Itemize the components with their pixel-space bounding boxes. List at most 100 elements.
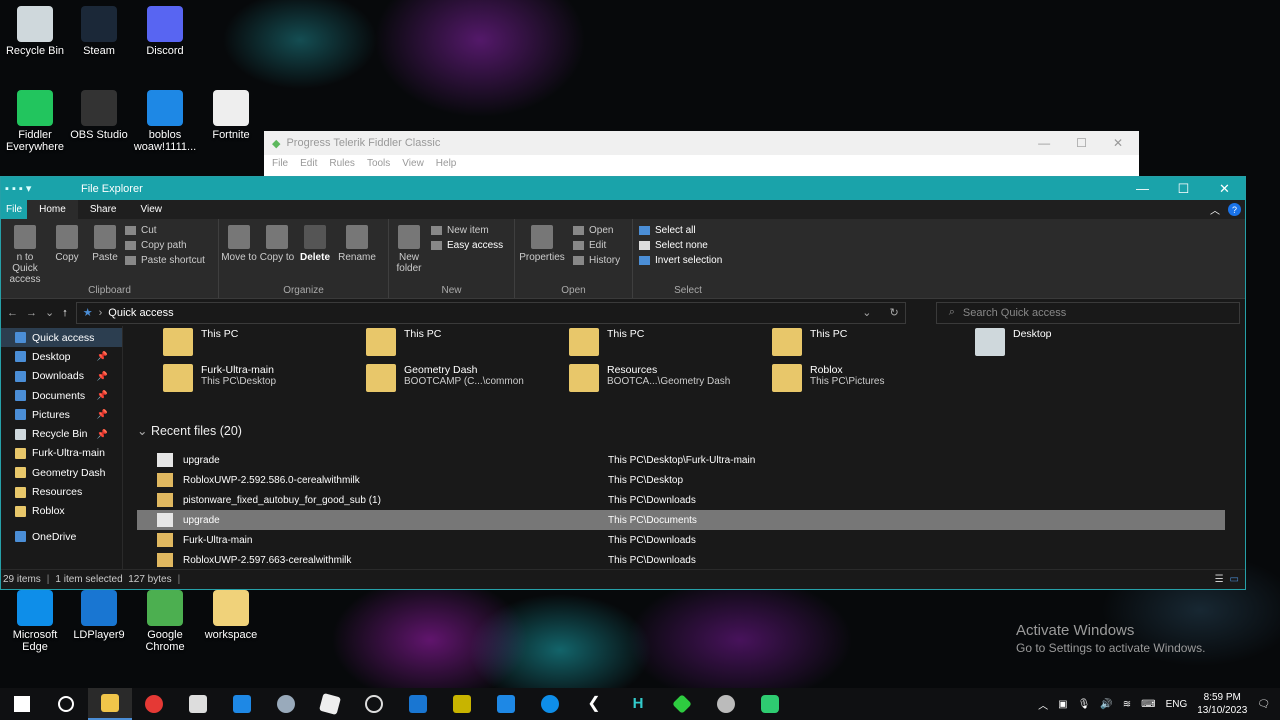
sidebar-item[interactable]: Downloads 📌 xyxy=(1,367,122,386)
start-button[interactable] xyxy=(0,688,44,720)
desktop-icon[interactable]: LDPlayer9 xyxy=(64,590,134,641)
sidebar-item[interactable]: Geometry Dash xyxy=(1,463,122,482)
taskbar-ldplayer[interactable] xyxy=(396,688,440,720)
details-view-icon[interactable]: ☰ xyxy=(1215,574,1224,585)
forward-icon[interactable]: → xyxy=(26,307,37,319)
taskbar-app-2[interactable] xyxy=(704,688,748,720)
search-input[interactable]: ⌕ Search Quick access xyxy=(935,301,1240,324)
address-bar[interactable]: ★ › Quick access ⌄ ↻ xyxy=(75,301,906,324)
taskbar-boblos[interactable] xyxy=(484,688,528,720)
fiddler-menu-item[interactable]: Edit xyxy=(300,158,317,169)
sidebar-item[interactable]: Pictures 📌 xyxy=(1,405,122,424)
close-icon[interactable]: ✕ xyxy=(1204,181,1245,197)
tab-share[interactable]: Share xyxy=(78,200,129,219)
file-explorer-window[interactable]: ▪ ▪ ▪ ▾ File Explorer — ☐ ✕ File Home Shar… xyxy=(0,176,1246,590)
cut-button[interactable]: Cut xyxy=(125,225,205,236)
paste-button[interactable]: Paste xyxy=(87,223,123,285)
tab-view[interactable]: View xyxy=(129,200,175,219)
collapse-ribbon-icon[interactable]: ︿ xyxy=(1210,202,1220,217)
open-button[interactable]: Open xyxy=(573,225,620,236)
easy-access-button[interactable]: Easy access xyxy=(431,240,503,251)
desktop-icon[interactable]: workspace xyxy=(196,590,266,641)
fiddler-menu-item[interactable]: View xyxy=(402,158,424,169)
table-row[interactable]: pistonware_fixed_autobuy_for_good_sub (1… xyxy=(137,490,1225,510)
maximize-icon[interactable]: ☐ xyxy=(1163,181,1204,197)
frequent-folder-tile[interactable]: This PC xyxy=(366,328,566,362)
taskbar-vscode[interactable]: ❮ xyxy=(572,688,616,720)
invert-selection-button[interactable]: Invert selection xyxy=(639,255,741,266)
notifications-icon[interactable]: 🗨 xyxy=(1257,699,1270,710)
tab-home[interactable]: Home xyxy=(27,200,78,219)
frequent-folder-tile[interactable]: This PC xyxy=(163,328,363,362)
frequent-folder-tile[interactable]: Furk-Ultra-main This PC\Desktop xyxy=(163,364,363,398)
frequent-folder-tile[interactable]: This PC xyxy=(772,328,972,362)
keyboard-icon[interactable]: ⌨ xyxy=(1141,699,1155,710)
taskbar-edge[interactable] xyxy=(528,688,572,720)
show-hidden-icons-icon[interactable]: ︿ xyxy=(1038,697,1048,712)
minimize-icon[interactable]: — xyxy=(1122,181,1163,197)
fiddler-menu-item[interactable]: Tools xyxy=(367,158,390,169)
select-all-button[interactable]: Select all xyxy=(639,225,741,236)
taskbar-discord-like[interactable] xyxy=(748,688,792,720)
sidebar-item[interactable]: Furk-Ultra-main xyxy=(1,444,122,463)
table-row[interactable]: upgrade This PC\Documents xyxy=(137,510,1225,530)
volume-icon[interactable]: 🔊 xyxy=(1100,699,1112,710)
sidebar-item[interactable]: Roblox xyxy=(1,502,122,521)
frequent-folder-tile[interactable]: Geometry Dash BOOTCAMP (C...\common xyxy=(366,364,566,398)
rename-button[interactable]: Rename xyxy=(335,223,379,263)
table-row[interactable]: upgrade This PC\Desktop\Furk-Ultra-main xyxy=(137,450,1225,470)
frequent-folder-tile[interactable]: Desktop xyxy=(975,328,1175,362)
edit-button[interactable]: Edit xyxy=(573,240,620,251)
taskbar-mail[interactable] xyxy=(220,688,264,720)
taskbar-obs[interactable] xyxy=(352,688,396,720)
search-button[interactable] xyxy=(44,688,88,720)
help-icon[interactable]: ? xyxy=(1228,203,1241,216)
frequent-folder-tile[interactable]: This PC xyxy=(569,328,769,362)
fiddler-titlebar[interactable]: ◆ Progress Telerik Fiddler Classic — ☐ ✕ xyxy=(264,131,1139,155)
desktop-icon[interactable]: Discord xyxy=(130,6,200,57)
table-row[interactable]: Furk-Ultra-main This PC\Downloads xyxy=(137,530,1225,550)
sidebar-item[interactable]: Recycle Bin 📌 xyxy=(1,424,122,443)
microphone-icon[interactable]: 🎙 xyxy=(1078,699,1091,710)
sidebar-item[interactable]: Documents 📌 xyxy=(1,386,122,405)
desktop-icon[interactable]: boblos woaw!1111... xyxy=(130,90,200,153)
desktop-icon[interactable]: Google Chrome xyxy=(130,590,200,653)
delete-button[interactable]: Delete xyxy=(297,223,333,263)
recent-files-header[interactable]: ⌄ Recent files (20) xyxy=(137,423,242,438)
up-icon[interactable]: ↑ xyxy=(62,307,68,319)
minimize-icon[interactable]: — xyxy=(1038,136,1050,150)
frequent-folder-tile[interactable]: Roblox This PC\Pictures xyxy=(772,364,972,398)
back-icon[interactable]: ← xyxy=(7,307,18,319)
clock[interactable]: 8:59 PM 13/10/2023 xyxy=(1197,691,1247,717)
desktop-icon[interactable]: Recycle Bin xyxy=(0,6,70,57)
taskbar-steam[interactable] xyxy=(264,688,308,720)
taskbar-app[interactable] xyxy=(176,688,220,720)
taskbar-file-explorer[interactable] xyxy=(88,688,132,720)
sidebar-item[interactable]: Resources xyxy=(1,482,122,501)
history-button[interactable]: History xyxy=(573,255,620,266)
taskbar-h-app[interactable]: H xyxy=(616,688,660,720)
desktop-icon[interactable]: Steam xyxy=(64,6,134,57)
quick-access-toolbar-icon[interactable]: ▪ ▪ ▪ ▾ xyxy=(1,182,81,195)
fiddler-menu-item[interactable]: File xyxy=(272,158,288,169)
navigation-pane[interactable]: Quick access Desktop 📌 Downloads 📌 Documents 📌… xyxy=(1,326,123,569)
webcam-icon[interactable]: ▣ xyxy=(1058,699,1067,710)
pin-quick-access-button[interactable]: n to Quick access xyxy=(3,223,47,285)
desktop-icon[interactable]: OBS Studio xyxy=(64,90,134,141)
properties-button[interactable]: Properties xyxy=(517,223,567,266)
language-indicator[interactable]: ENG xyxy=(1166,699,1188,710)
desktop-icon[interactable]: Microsoft Edge xyxy=(0,590,70,653)
move-to-button[interactable]: Move to xyxy=(221,223,257,263)
sidebar-item[interactable]: Quick access xyxy=(1,328,122,348)
fiddler-menu-item[interactable]: Help xyxy=(436,158,457,169)
fiddler-window[interactable]: ◆ Progress Telerik Fiddler Classic — ☐ ✕ F… xyxy=(264,131,1139,181)
recent-locations-icon[interactable]: ⌄ xyxy=(45,306,54,319)
copy-path-button[interactable]: Copy path xyxy=(125,240,205,251)
tiles-view-icon[interactable]: ▭ xyxy=(1230,574,1245,585)
taskbar-chrome[interactable] xyxy=(132,688,176,720)
maximize-icon[interactable]: ☐ xyxy=(1076,136,1087,150)
copy-button[interactable]: Copy xyxy=(49,223,85,285)
copy-to-button[interactable]: Copy to xyxy=(259,223,295,263)
sidebar-item[interactable]: Desktop 📌 xyxy=(1,347,122,366)
refresh-icon[interactable]: ↻ xyxy=(878,306,905,319)
